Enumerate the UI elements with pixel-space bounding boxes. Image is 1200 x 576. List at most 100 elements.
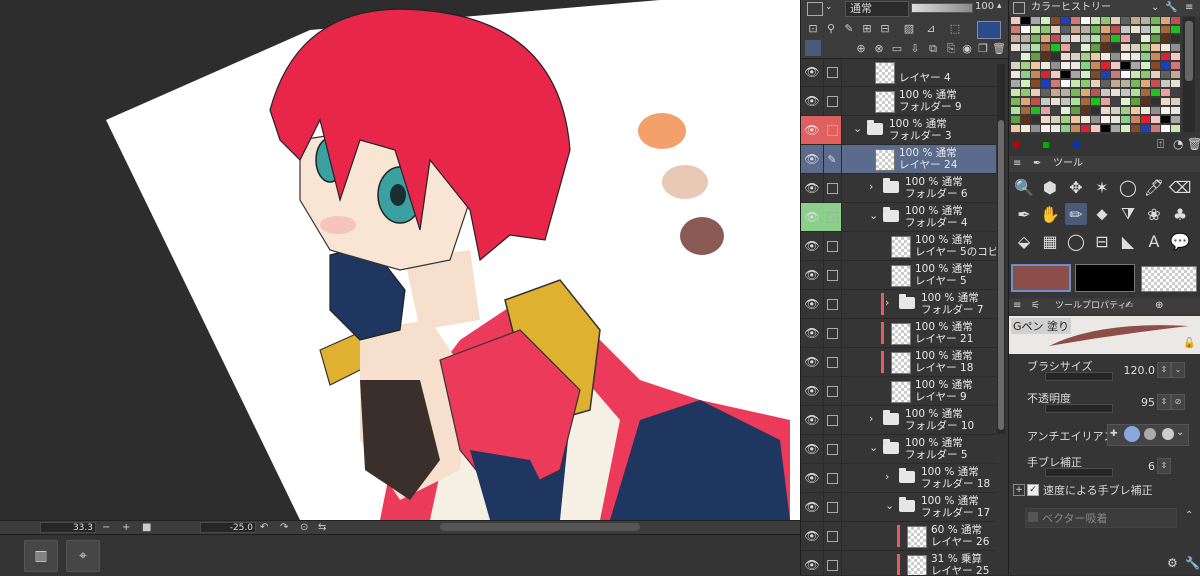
- color-history-swatch[interactable]: [1151, 116, 1160, 123]
- move-tool-icon[interactable]: ✥: [1065, 176, 1087, 198]
- color-history-swatch[interactable]: [1031, 44, 1040, 51]
- color-history-swatch[interactable]: [1051, 53, 1060, 60]
- lasso-icon[interactable]: ◯: [1117, 176, 1139, 198]
- color-history-swatch[interactable]: [1081, 125, 1090, 132]
- color-history-swatch[interactable]: [1041, 89, 1050, 96]
- color-history-swatch[interactable]: [1041, 116, 1050, 123]
- color-history-swatch[interactable]: [1151, 107, 1160, 114]
- color-history-swatch[interactable]: [1161, 125, 1170, 132]
- new-folder-icon[interactable]: ▭: [889, 42, 905, 56]
- rotate-right-icon[interactable]: ↷: [280, 521, 288, 534]
- color-history-swatch[interactable]: [1171, 71, 1180, 78]
- color-history-swatch[interactable]: [1011, 53, 1020, 60]
- color-history-swatch[interactable]: [1061, 116, 1070, 123]
- eyedropper-icon[interactable]: 🖊: [1143, 176, 1165, 198]
- color-history-swatch[interactable]: [1161, 44, 1170, 51]
- decoration-icon[interactable]: ❀: [1143, 203, 1165, 225]
- zoom-in-icon[interactable]: +: [122, 521, 130, 534]
- color-history-swatch[interactable]: [1141, 71, 1150, 78]
- layer-list-view-button[interactable]: [805, 40, 821, 56]
- color-history-swatch[interactable]: [1061, 44, 1070, 51]
- color-history-swatch[interactable]: [1091, 26, 1100, 33]
- color-history-swatch[interactable]: [1011, 98, 1020, 105]
- mask-add-icon[interactable]: ◉: [959, 42, 975, 56]
- color-history-swatch[interactable]: [1101, 125, 1110, 132]
- panel-toggle-button[interactable]: ▥: [24, 540, 58, 572]
- hand-tool-icon[interactable]: ✋: [1039, 203, 1061, 225]
- layer-row[interactable]: 👁 ⌄ 100 % 通常 フォルダー 4: [801, 203, 996, 232]
- color-history-swatch[interactable]: [1111, 107, 1120, 114]
- ruler-icon[interactable]: ⊿: [923, 22, 939, 36]
- color-history-swatch[interactable]: [1091, 98, 1100, 105]
- color-history-swatch[interactable]: [1011, 26, 1020, 33]
- merge-icon[interactable]: ⧉: [925, 42, 941, 56]
- color-history-swatch[interactable]: [1081, 53, 1090, 60]
- chevron-down-icon[interactable]: ⌄: [885, 499, 894, 512]
- color-history-swatch[interactable]: [1171, 89, 1180, 96]
- color-history-swatch[interactable]: [1021, 62, 1030, 69]
- reset-rotation-icon[interactable]: ⊙: [300, 521, 308, 534]
- eye-icon[interactable]: 👁: [801, 203, 824, 231]
- color-history-swatch[interactable]: [1081, 17, 1090, 24]
- color-history-swatch[interactable]: [1041, 44, 1050, 51]
- link-tab-icon[interactable]: ⊕: [1155, 298, 1163, 314]
- color-history-swatch[interactable]: [1011, 17, 1020, 24]
- color-history-swatch[interactable]: [1121, 89, 1130, 96]
- lock-icon[interactable]: 🔓: [1183, 338, 1195, 349]
- color-history-swatch[interactable]: [1141, 116, 1150, 123]
- color-history-swatch[interactable]: [1051, 35, 1060, 42]
- flip-icon[interactable]: ⇆: [318, 521, 326, 534]
- color-history-swatch[interactable]: [1071, 53, 1080, 60]
- color-history-swatch[interactable]: [1141, 26, 1150, 33]
- layer-row[interactable]: 👁 31 % 乗算 レイヤー 25: [801, 551, 996, 575]
- color-history-swatch[interactable]: [1101, 71, 1110, 78]
- color-history-swatch[interactable]: [1031, 80, 1040, 87]
- layer-row[interactable]: 👁 100 % 通常 レイヤー 9: [801, 377, 996, 406]
- gradient-icon[interactable]: ▦: [1039, 230, 1061, 252]
- color-history-swatch[interactable]: [1111, 125, 1120, 132]
- layer-lock-toggle[interactable]: [823, 464, 842, 492]
- color-history-swatch[interactable]: [1161, 107, 1170, 114]
- color-history-swatch[interactable]: [1111, 26, 1120, 33]
- color-history-swatch[interactable]: [1081, 116, 1090, 123]
- color-history-swatch[interactable]: [1041, 125, 1050, 132]
- eye-icon[interactable]: 👁: [801, 58, 824, 86]
- color-history-swatch[interactable]: [1071, 107, 1080, 114]
- layer-row[interactable]: 👁 ✎ 100 % 通常 レイヤー 24: [801, 145, 996, 174]
- color-history-swatch[interactable]: [1021, 107, 1030, 114]
- color-history-swatch[interactable]: [1081, 44, 1090, 51]
- color-history-swatch[interactable]: [1011, 80, 1020, 87]
- layer-row[interactable]: 👁 › 100 % 通常 フォルダー 10: [801, 406, 996, 435]
- lock-icon[interactable]: ⊞: [859, 22, 875, 36]
- color-history-swatch[interactable]: [1121, 107, 1130, 114]
- color-history-swatch[interactable]: [1151, 35, 1160, 42]
- panel-menu-icon[interactable]: [1013, 2, 1025, 14]
- color-history-swatch[interactable]: [1151, 53, 1160, 60]
- opacity-spin-icon[interactable]: ▴: [997, 1, 1002, 11]
- color-history-swatch[interactable]: [1031, 89, 1040, 96]
- canvas-area[interactable]: [0, 0, 800, 520]
- lock-alpha-icon[interactable]: ⊟: [877, 22, 893, 36]
- vector-snap-checkbox[interactable]: [1028, 512, 1038, 522]
- color-history-swatch[interactable]: [1141, 35, 1150, 42]
- color-history-swatch[interactable]: [1161, 89, 1170, 96]
- color-history-swatch[interactable]: [1101, 116, 1110, 123]
- brush-size-menu-icon[interactable]: ⌄: [1171, 362, 1185, 378]
- color-history-swatch[interactable]: [1021, 44, 1030, 51]
- eye-icon[interactable]: 👁: [801, 406, 824, 434]
- panel-menu-icon[interactable]: ≡: [1013, 298, 1021, 314]
- stabilization-spin[interactable]: ⇕: [1157, 458, 1171, 474]
- color-history-swatch[interactable]: [1051, 80, 1060, 87]
- layer-row[interactable]: 👁 ⌄ 100 % 通常 フォルダー 3: [801, 116, 996, 145]
- color-history-swatch[interactable]: [1161, 17, 1170, 24]
- clip-icon[interactable]: ⊡: [805, 22, 821, 36]
- color-history-swatch[interactable]: [1141, 53, 1150, 60]
- color-history-swatch[interactable]: [1101, 62, 1110, 69]
- fit-icon[interactable]: ■: [142, 521, 151, 534]
- color-history-swatch[interactable]: [1031, 116, 1040, 123]
- color-history-swatch[interactable]: [1061, 35, 1070, 42]
- color-history-swatch[interactable]: [1091, 17, 1100, 24]
- draft-icon[interactable]: ✎: [841, 22, 857, 36]
- layer-lock-toggle[interactable]: [823, 203, 842, 231]
- layer-lock-toggle[interactable]: [823, 232, 842, 260]
